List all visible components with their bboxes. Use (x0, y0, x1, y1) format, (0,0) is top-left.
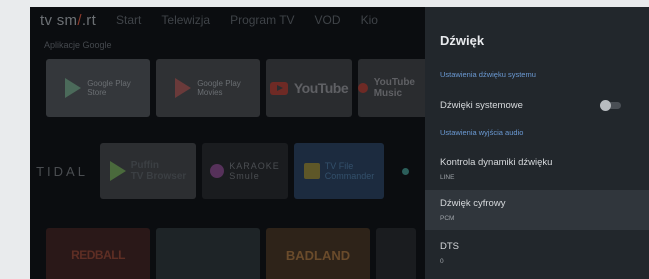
tv-smart-logo: tv sm/.rt (40, 11, 97, 29)
app-tile-tidal[interactable]: TIDAL (30, 143, 94, 199)
setting-value: PCM (440, 215, 455, 222)
app-tile-youtube[interactable]: YouTube (266, 59, 352, 117)
setting-label: Kontrola dynamiki dźwięku (440, 157, 553, 168)
app-tile-partial[interactable] (390, 143, 420, 199)
app-tile-google-play-store[interactable]: Google Play Store (46, 59, 150, 117)
apps-row-google: Google Play Store Google Play Movies YouTu… (46, 59, 444, 117)
section-header-system-sound: Ustawienia dźwięku systemu (440, 70, 536, 79)
system-sounds-toggle[interactable] (600, 100, 621, 111)
sound-settings-panel: Dźwięk Ustawienia dźwięku systemu Dźwięk… (425, 7, 649, 279)
nav-kio[interactable]: Kio (361, 13, 378, 27)
apps-row-other: TIDAL Puffin TV Browser KARAOKE Smule TV F… (30, 143, 420, 199)
game-tile-badland[interactable]: BADLAND (266, 228, 370, 279)
setting-value: LINE (440, 174, 455, 181)
nav-vod[interactable]: VOD (315, 13, 341, 27)
game-tile-partial[interactable] (376, 228, 416, 279)
setting-label: DTS (440, 241, 459, 252)
setting-value: 0 (440, 258, 444, 265)
folder-icon (303, 163, 320, 179)
karaoke-icon (210, 164, 225, 178)
games-row: REDBALL BADLAND (46, 228, 416, 279)
app-tile-google-play-movies[interactable]: Google Play Movies (156, 59, 260, 117)
nav-program-tv[interactable]: Program TV (230, 13, 294, 27)
youtube-icon (269, 81, 288, 95)
setting-digital-audio[interactable]: Dźwięk cyfrowy PCM (425, 190, 649, 230)
setting-label: Dźwięk cyfrowy (440, 198, 506, 209)
puffin-icon (109, 161, 126, 181)
panel-title: Dźwięk (440, 33, 485, 48)
system-sounds-setting[interactable]: Dźwięki systemowe (425, 87, 649, 127)
section-title-google-apps: Aplikacje Google (44, 40, 112, 50)
toggle-knob (600, 100, 611, 111)
app-tile-karaoke[interactable]: KARAOKE Smule (202, 143, 288, 199)
tv-screen: tv sm/.rt Start Telewizja Program TV VOD… (30, 7, 649, 279)
nav-telewizja[interactable]: Telewizja (161, 13, 210, 27)
app-tile-tv-file-commander[interactable]: TV File Commander (294, 143, 384, 199)
game-tile-racing[interactable] (156, 228, 260, 279)
system-sounds-label: Dźwięki systemowe (440, 100, 523, 111)
play-movies-icon (175, 78, 192, 98)
top-navigation: tv sm/.rt Start Telewizja Program TV VOD… (40, 10, 378, 30)
play-store-icon (65, 78, 82, 98)
game-tile-redball[interactable]: REDBALL (46, 228, 150, 279)
setting-dynamic-range[interactable]: Kontrola dynamiki dźwięku LINE (425, 149, 649, 189)
app-icon (401, 167, 409, 175)
app-tile-puffin[interactable]: Puffin TV Browser (100, 143, 196, 199)
nav-start[interactable]: Start (116, 13, 141, 27)
home-screen-dimmed: tv sm/.rt Start Telewizja Program TV VOD… (30, 7, 444, 279)
youtube-music-icon (358, 83, 368, 93)
setting-dts[interactable]: DTS 0 (425, 233, 649, 273)
section-header-audio-output: Ustawienia wyjścia audio (440, 128, 524, 137)
